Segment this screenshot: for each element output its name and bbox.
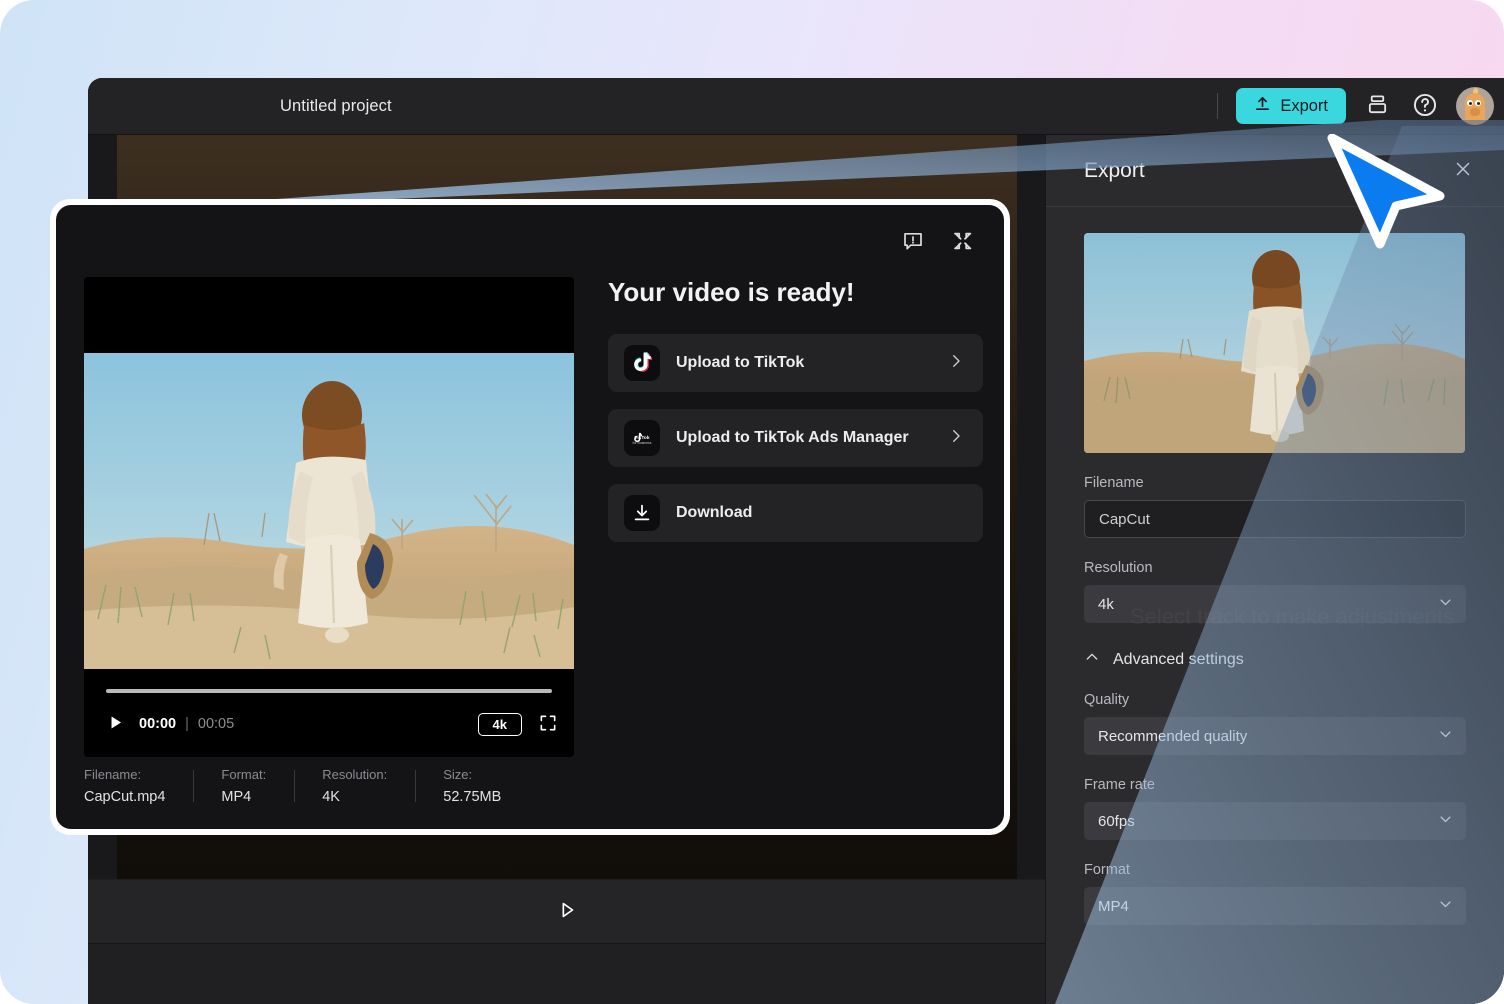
export-complete-dialog: 00:00 | 00:05 4k Your video is ready! Up… bbox=[56, 205, 1004, 829]
chevron-down-icon bbox=[1438, 595, 1453, 614]
tiktok-icon bbox=[624, 345, 660, 381]
meta-value: 52.75MB bbox=[443, 789, 502, 805]
export-thumbnail bbox=[1084, 233, 1465, 453]
upload-icon bbox=[1254, 95, 1271, 117]
meta-size: Size: 52.75MB bbox=[415, 767, 529, 805]
export-button[interactable]: Export bbox=[1236, 88, 1346, 124]
action-label: Download bbox=[676, 504, 753, 521]
fullscreen-icon bbox=[538, 715, 558, 736]
meta-format: Format: MP4 bbox=[193, 767, 294, 805]
upload-to-tiktok-row[interactable]: Upload to TikTok bbox=[608, 334, 983, 392]
tiktok-business-icon: TikTok for Business bbox=[624, 420, 660, 456]
format-value: MP4 bbox=[1098, 897, 1129, 915]
quality-value: Recommended quality bbox=[1098, 727, 1248, 745]
help-circle-icon bbox=[1412, 92, 1438, 121]
meta-resolution: Resolution: 4K bbox=[294, 767, 415, 805]
export-complete-dialog-frame: 00:00 | 00:05 4k Your video is ready! Up… bbox=[50, 199, 1010, 835]
format-label: Format bbox=[1084, 862, 1130, 878]
advanced-settings-toggle[interactable]: Advanced settings bbox=[1084, 649, 1466, 670]
play-button[interactable] bbox=[106, 713, 125, 735]
chevron-up-icon bbox=[1084, 649, 1100, 670]
svg-text:for Business: for Business bbox=[633, 441, 652, 445]
layers-button[interactable] bbox=[1360, 89, 1394, 123]
chevron-right-icon bbox=[947, 352, 965, 375]
current-time: 00:00 bbox=[139, 716, 177, 732]
meta-key: Resolution: bbox=[322, 767, 388, 782]
upload-to-tiktok-ads-row[interactable]: TikTok for Business Upload to TikTok Ads… bbox=[608, 409, 983, 467]
fullscreen-button[interactable] bbox=[538, 713, 558, 736]
frame-rate-label: Frame rate bbox=[1084, 777, 1155, 793]
filename-value: CapCut bbox=[1099, 510, 1150, 528]
meta-value: MP4 bbox=[221, 789, 252, 805]
play-outline-icon bbox=[556, 902, 578, 924]
download-icon bbox=[624, 495, 660, 531]
player-controls: 00:00 | 00:05 4k bbox=[84, 669, 574, 757]
resolution-value: 4k bbox=[1098, 595, 1114, 613]
feedback-button[interactable] bbox=[896, 225, 930, 259]
exported-video-preview[interactable]: 00:00 | 00:05 4k bbox=[84, 277, 574, 757]
stage-controls bbox=[88, 880, 1045, 944]
export-panel-title: Export bbox=[1084, 158, 1145, 182]
export-button-label: Export bbox=[1280, 96, 1328, 115]
toolbar-divider bbox=[1217, 93, 1219, 119]
top-toolbar: Untitled project Export bbox=[88, 78, 1504, 135]
chevron-down-icon bbox=[1438, 727, 1453, 746]
export-metadata: Filename: CapCut.mp4 Format: MP4 Resolut… bbox=[84, 767, 529, 805]
time-separator: | bbox=[185, 716, 189, 732]
help-button[interactable] bbox=[1408, 89, 1442, 123]
progress-scrubber[interactable] bbox=[106, 689, 552, 693]
play-icon bbox=[106, 716, 125, 735]
project-title: Untitled project bbox=[280, 96, 392, 115]
avatar[interactable] bbox=[1456, 87, 1494, 125]
duration-time: 00:05 bbox=[197, 716, 235, 732]
avatar-eye-left bbox=[1467, 100, 1473, 106]
chevron-down-icon bbox=[1438, 897, 1453, 916]
avatar-snout bbox=[1470, 108, 1480, 116]
frame-rate-value: 60fps bbox=[1098, 812, 1135, 830]
dialog-actions-column: Your video is ready! Upload to TikTok Ti… bbox=[608, 277, 983, 559]
stage-play-button[interactable] bbox=[556, 899, 578, 924]
layers-icon bbox=[1366, 93, 1389, 119]
resolution-select[interactable]: 4k bbox=[1084, 585, 1466, 623]
quality-badge[interactable]: 4k bbox=[477, 712, 522, 736]
close-panel-button[interactable] bbox=[1448, 156, 1478, 186]
filename-input[interactable]: CapCut bbox=[1084, 500, 1466, 538]
export-panel-header: Export bbox=[1046, 135, 1504, 207]
meta-key: Format: bbox=[221, 767, 267, 782]
quality-select[interactable]: Recommended quality bbox=[1084, 717, 1466, 755]
chevron-down-icon bbox=[1438, 812, 1453, 831]
advanced-settings-label: Advanced settings bbox=[1113, 650, 1244, 668]
close-icon bbox=[1452, 158, 1474, 183]
dialog-heading: Your video is ready! bbox=[608, 277, 855, 307]
player-button-row: 00:00 | 00:05 4k bbox=[106, 707, 558, 741]
feedback-icon bbox=[901, 229, 925, 256]
action-label: Upload to TikTok Ads Manager bbox=[676, 429, 909, 446]
video-frame-image bbox=[84, 353, 574, 672]
quality-label: Quality bbox=[1084, 692, 1130, 708]
format-select[interactable]: MP4 bbox=[1084, 887, 1466, 925]
svg-text:TikTok: TikTok bbox=[634, 435, 649, 441]
dialog-tools bbox=[896, 225, 980, 259]
meta-key: Filename: bbox=[84, 767, 142, 782]
action-label: Upload to TikTok bbox=[676, 354, 805, 371]
export-panel-body: Filename CapCut Resolution 4k Advanced s… bbox=[1046, 207, 1504, 925]
avatar-eye-right bbox=[1475, 100, 1481, 106]
meta-filename: Filename: CapCut.mp4 bbox=[84, 767, 193, 805]
page-root: Untitled project Export Export Filename … bbox=[0, 0, 1504, 1004]
minimize-button[interactable] bbox=[946, 225, 980, 259]
meta-key: Size: bbox=[443, 767, 473, 782]
meta-value: 4K bbox=[322, 789, 340, 805]
download-row[interactable]: Download bbox=[608, 484, 983, 542]
toolbar-actions: Export bbox=[1217, 87, 1494, 125]
export-side-panel: Export Filename CapCut Resolution 4k Adv… bbox=[1045, 135, 1504, 1004]
resolution-label: Resolution bbox=[1084, 560, 1153, 576]
chevron-right-icon bbox=[947, 427, 965, 450]
timeline-area[interactable] bbox=[88, 944, 1045, 1004]
frame-rate-select[interactable]: 60fps bbox=[1084, 802, 1466, 840]
filename-label: Filename bbox=[1084, 475, 1144, 491]
collapse-icon bbox=[951, 229, 975, 256]
meta-value: CapCut.mp4 bbox=[84, 789, 166, 805]
